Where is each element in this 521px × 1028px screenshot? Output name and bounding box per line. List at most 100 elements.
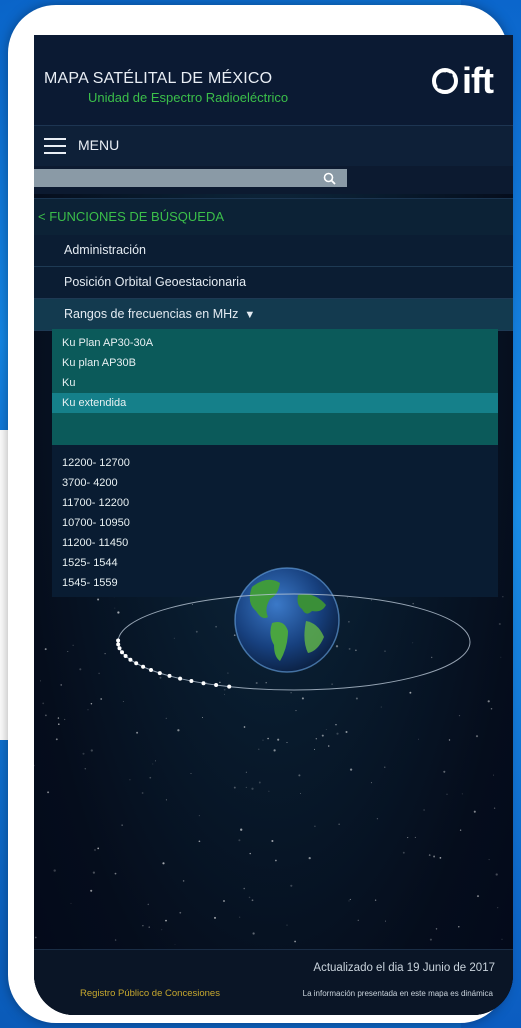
star [321, 734, 324, 737]
orbit-dot [178, 676, 183, 681]
star [477, 895, 479, 898]
star [271, 839, 274, 843]
star [44, 648, 47, 651]
orbit-dot [134, 661, 139, 666]
star [70, 902, 72, 904]
orbit-dot [149, 668, 153, 672]
star [461, 793, 463, 795]
ift-logo[interactable]: ift [430, 59, 494, 103]
nav-item-rangos-frecuencias[interactable]: Rangos de frecuencias en MHz ▼ [34, 299, 513, 331]
star [268, 790, 270, 792]
hamburger-icon[interactable] [44, 138, 66, 154]
dropdown-option-ku[interactable]: Ku [52, 373, 498, 393]
star [90, 702, 93, 705]
dropdown-option-ku-plan-ap30-30a[interactable]: Ku Plan AP30-30A [52, 333, 498, 353]
nav-item-administracion[interactable]: Administración [34, 235, 513, 267]
star [243, 887, 245, 890]
star [87, 709, 89, 711]
menu-bar[interactable]: MENU [34, 125, 513, 167]
star [459, 829, 462, 831]
star [84, 767, 87, 770]
nav-item-posicion-orbital[interactable]: Posición Orbital Geoestacionaria [34, 267, 513, 299]
star [493, 807, 496, 809]
star [501, 938, 503, 940]
dropdown-range-option[interactable]: 10700- 10950 [52, 513, 498, 533]
nav-item-label: Administración [64, 243, 146, 257]
dropdown-option-ku-extendida[interactable]: Ku extendida [52, 393, 498, 413]
dropdown-range-option[interactable]: 11700- 12200 [52, 493, 498, 513]
star [493, 774, 495, 776]
star [267, 737, 269, 740]
star [315, 738, 317, 740]
star [100, 698, 103, 700]
star [498, 622, 501, 626]
star [286, 924, 288, 926]
star [223, 900, 225, 902]
star [82, 752, 85, 755]
star [251, 899, 254, 902]
star [97, 847, 100, 850]
nav-item-label: Rangos de frecuencias en MHz ▼ [64, 307, 255, 321]
star [384, 766, 386, 768]
star [238, 839, 241, 842]
star [136, 731, 139, 734]
star [55, 738, 58, 741]
star [148, 926, 150, 928]
star [335, 724, 337, 726]
orbit-dot [141, 664, 146, 669]
star [473, 810, 476, 813]
star [433, 855, 436, 858]
dropdown-range-option[interactable]: 11200- 11450 [52, 533, 498, 553]
search-input[interactable] [34, 169, 347, 187]
search-bar [34, 166, 513, 194]
star [243, 726, 246, 728]
star [147, 903, 150, 906]
star [34, 936, 37, 939]
dropdown-range-option[interactable]: 12200- 12700 [52, 453, 498, 473]
search-functions-label[interactable]: < FUNCIONES DE BÚSQUEDA [38, 209, 224, 224]
orbit-dot [157, 671, 162, 676]
nav-item-label-text: Rangos de frecuencias en MHz [64, 307, 239, 321]
star [428, 854, 431, 856]
star [57, 717, 60, 719]
star [198, 840, 201, 843]
star [58, 723, 60, 725]
star [149, 776, 152, 779]
frequency-plan-list: Ku Plan AP30-30A Ku plan AP30B Ku Ku ext… [52, 329, 498, 445]
menu-label[interactable]: MENU [78, 137, 119, 153]
star [214, 916, 216, 919]
star [174, 944, 176, 945]
star [98, 672, 100, 675]
star [338, 823, 340, 825]
orbit-dot [117, 646, 122, 651]
star [439, 857, 442, 859]
star [177, 729, 180, 732]
star [93, 848, 97, 852]
star [251, 787, 254, 790]
star [370, 782, 372, 784]
star [290, 884, 293, 887]
star [90, 749, 93, 752]
star [104, 652, 106, 655]
star [92, 871, 96, 874]
star [67, 651, 69, 652]
dropdown-range-option[interactable]: 3700- 4200 [52, 473, 498, 493]
star [402, 851, 405, 854]
search-functions-header[interactable]: < FUNCIONES DE BÚSQUEDA [34, 198, 513, 236]
star [418, 738, 419, 740]
registry-link[interactable]: Registro Público de Concesiones [80, 988, 220, 999]
star [165, 919, 167, 922]
star [53, 869, 56, 872]
star [407, 837, 409, 839]
orbit-dot [214, 683, 219, 687]
dropdown-option-ku-plan-ap30b[interactable]: Ku plan AP30B [52, 353, 498, 373]
phone-frame: MAPA SATÉLITAL DE MÉXICO Unidad de Espec… [8, 5, 513, 1023]
star [448, 739, 451, 741]
star [129, 779, 131, 781]
search-button[interactable] [317, 169, 341, 187]
star [39, 680, 41, 682]
star [348, 900, 350, 902]
star [165, 717, 167, 720]
star [475, 735, 479, 738]
ift-logo-text: ift [462, 60, 494, 101]
